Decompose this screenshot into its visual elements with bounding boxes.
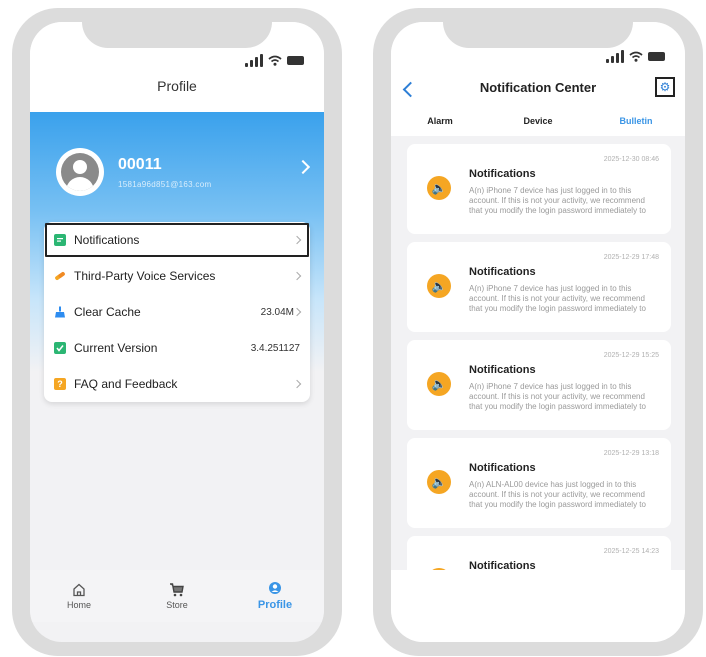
version-icon — [54, 342, 66, 354]
chevron-right-icon — [292, 307, 302, 317]
avatar-icon — [61, 153, 99, 191]
notification-title: Notifications — [469, 168, 536, 180]
tab-label: Home — [66, 600, 91, 610]
profile-screen: Profile 00011 1581a96d851@163.com Notifi… — [30, 22, 324, 642]
notification-time: 2025-12-29 17:48 — [603, 254, 659, 261]
menu-item-faq-feedback[interactable]: ? FAQ and Feedback — [44, 366, 310, 402]
bottom-area — [391, 570, 685, 642]
notification-time: 2025-12-29 13:18 — [603, 450, 659, 457]
avatar[interactable] — [56, 148, 104, 196]
notification-card[interactable]: 🔈 2025-12-29 13:18 Notifications A(n) AL… — [407, 438, 671, 528]
menu-item-current-version[interactable]: Current Version 3.4.251127 — [44, 330, 310, 366]
wifi-icon — [268, 55, 282, 66]
menu-item-notifications[interactable]: Notifications — [44, 222, 310, 258]
notification-card[interactable]: 🔈 2025-12-29 15:25 Notifications A(n) iP… — [407, 340, 671, 430]
status-bar — [245, 54, 304, 67]
settings-menu: Notifications Third-Party Voice Services… — [44, 222, 310, 402]
notification-text: A(n) iPhone 7 device has just logged in … — [469, 382, 646, 411]
tab-label: Store — [166, 600, 188, 610]
notification-time: 2025-12-25 14:23 — [603, 548, 659, 555]
menu-item-label: Third-Party Voice Services — [74, 269, 216, 283]
menu-item-label: Current Version — [74, 341, 158, 355]
page-title: Profile — [157, 78, 197, 94]
notification-title: Notifications — [469, 560, 536, 570]
notification-card[interactable]: 🔈 2025-12-30 08:46 Notifications A(n) iP… — [407, 144, 671, 234]
status-bar — [606, 50, 665, 63]
tab-alarm[interactable]: Alarm — [391, 116, 489, 126]
signal-icon — [606, 50, 624, 63]
message-icon — [54, 234, 66, 246]
phone-notch — [443, 22, 633, 48]
notification-card[interactable]: 🔈 2025-12-25 14:23 Notifications — [407, 536, 671, 570]
profile-icon — [269, 582, 281, 594]
home-icon — [73, 583, 85, 597]
chevron-right-icon — [292, 379, 302, 389]
notification-list[interactable]: 🔈 2025-12-30 08:46 Notifications A(n) iP… — [407, 144, 671, 570]
cache-size-value: 23.04M — [260, 306, 294, 318]
chevron-right-icon — [292, 235, 302, 245]
phone-notification-center: Notification Center ⚙ Alarm Device Bulle… — [373, 8, 703, 656]
user-email: 1581a96d851@163.com — [118, 180, 212, 189]
speaker-icon: 🔈 — [427, 470, 451, 494]
version-value: 3.4.251127 — [250, 342, 300, 354]
tab-device[interactable]: Device — [489, 116, 587, 126]
battery-icon — [648, 52, 665, 61]
notification-title: Notifications — [469, 364, 536, 376]
signal-icon — [245, 54, 263, 67]
wifi-icon — [629, 51, 643, 62]
speaker-icon: 🔈 — [427, 372, 451, 396]
tab-home[interactable]: Home — [30, 570, 128, 622]
phone-profile: Profile 00011 1581a96d851@163.com Notifi… — [12, 8, 342, 656]
notification-time: 2025-12-30 08:46 — [603, 156, 659, 163]
notification-screen: Notification Center ⚙ Alarm Device Bulle… — [391, 22, 685, 642]
cart-icon — [170, 583, 184, 597]
tab-bulletin[interactable]: Bulletin — [587, 116, 685, 126]
segment-tabs: Alarm Device Bulletin — [391, 116, 685, 126]
menu-item-label: Notifications — [74, 233, 140, 247]
link-icon — [54, 270, 66, 282]
tab-label: Profile — [257, 599, 293, 611]
notification-time: 2025-12-29 15:25 — [603, 352, 659, 359]
notification-card[interactable]: 🔈 2025-12-29 17:48 Notifications A(n) iP… — [407, 242, 671, 332]
user-name: 00011 — [118, 156, 162, 173]
speaker-icon: 🔈 — [427, 274, 451, 298]
tab-profile[interactable]: Profile — [226, 570, 324, 622]
notification-text: A(n) iPhone 7 device has just logged in … — [469, 284, 646, 313]
chevron-right-icon — [292, 271, 302, 281]
settings-gear-button[interactable]: ⚙ — [655, 77, 675, 97]
menu-item-clear-cache[interactable]: Clear Cache 23.04M — [44, 294, 310, 330]
notification-text: A(n) ALN-AL00 device has just logged in … — [469, 480, 646, 509]
phone-notch — [82, 22, 272, 48]
battery-icon — [287, 56, 304, 65]
help-icon: ? — [54, 378, 66, 390]
gear-icon: ⚙ — [659, 80, 671, 94]
menu-item-label: Clear Cache — [74, 305, 141, 319]
tab-store[interactable]: Store — [128, 570, 226, 622]
notification-title: Notifications — [469, 266, 536, 278]
menu-item-label: FAQ and Feedback — [74, 377, 178, 391]
notification-title: Notifications — [469, 462, 536, 474]
broom-icon — [54, 306, 66, 318]
bottom-tab-bar: Home Store Profile — [30, 570, 324, 622]
page-title: Notification Center — [479, 80, 597, 95]
notification-text: A(n) iPhone 7 device has just logged in … — [469, 186, 646, 215]
speaker-icon: 🔈 — [427, 176, 451, 200]
menu-item-third-party-voice[interactable]: Third-Party Voice Services — [44, 258, 310, 294]
